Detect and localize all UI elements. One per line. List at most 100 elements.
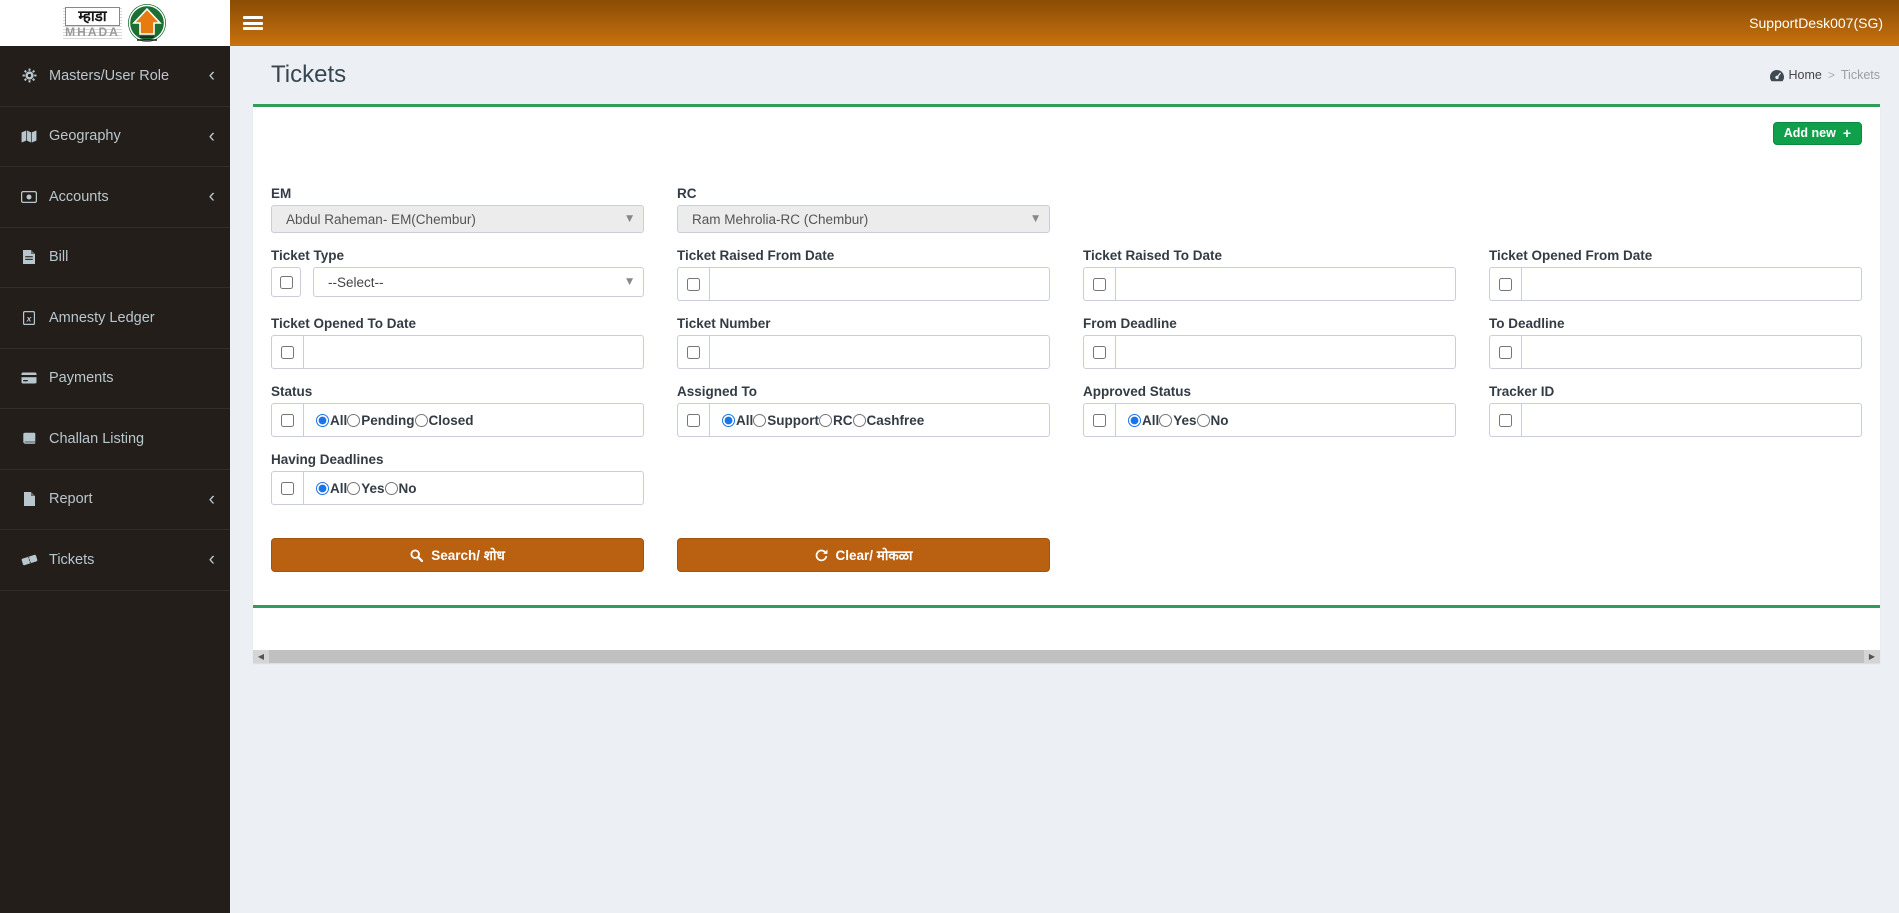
radio-option-label: Support [767, 412, 820, 428]
horizontal-scrollbar[interactable]: ◀ ▶ [253, 650, 1880, 663]
ticket-number-input[interactable] [710, 336, 1049, 368]
sidebar-menu: Masters/User Role ‹ Geography ‹ Accounts ‹ Bil… [0, 46, 230, 591]
clear-button[interactable]: Clear/ मोकळा [677, 538, 1050, 572]
assigned-to-label: Assigned To [677, 384, 758, 399]
status-radio-input-closed[interactable] [414, 413, 428, 427]
assigned-to-radio-cashfree[interactable]: Cashfree [852, 413, 924, 428]
opened-to-enable-checkbox[interactable] [281, 345, 294, 359]
ticket-number-enable-checkbox[interactable] [687, 345, 700, 359]
sidebar-item-bill[interactable]: Bill [0, 228, 230, 288]
sidebar-item-tickets[interactable]: Tickets ‹ [0, 530, 230, 591]
scrollbar-thumb[interactable] [269, 650, 1864, 663]
raised-from-field: Ticket Raised From Date [677, 248, 1050, 301]
plus-icon: + [1842, 125, 1851, 141]
approved-status-radio-yes[interactable]: Yes [1159, 413, 1197, 428]
sidebar-toggle-button[interactable] [243, 16, 263, 30]
rc-label: RC [677, 186, 697, 201]
user-account-label[interactable]: SupportDesk007(SG) [1749, 15, 1883, 31]
radio-option-label: All [330, 412, 348, 428]
file-icon [18, 492, 40, 507]
having-deadlines-label: Having Deadlines [271, 452, 384, 467]
assigned-to-radio-input-rc[interactable] [819, 413, 833, 427]
sidebar-item-label: Accounts [49, 188, 109, 205]
sidebar-item-label: Geography [49, 128, 121, 145]
having-deadlines-radio-all[interactable]: All [316, 481, 347, 496]
sidebar-item-amnesty-ledger[interactable]: x Amnesty Ledger [0, 288, 230, 349]
file-excel-icon: x [18, 310, 40, 325]
ticket-icon [18, 553, 40, 567]
to-deadline-enable-checkbox[interactable] [1499, 345, 1512, 359]
assigned-to-radio-rc[interactable]: RC [819, 413, 853, 428]
assigned-to-radio-input-support[interactable] [753, 413, 767, 427]
opened-to-label: Ticket Opened To Date [271, 316, 417, 331]
radio-option-label: No [398, 480, 417, 496]
approved-status-radio-input-all[interactable] [1128, 413, 1141, 427]
raised-from-enable-checkbox[interactable] [687, 277, 700, 291]
raised-to-date-input[interactable] [1116, 268, 1455, 300]
ticket-type-select[interactable]: --Select-- ▼ [313, 267, 644, 297]
search-button[interactable]: Search/ शोध [271, 538, 644, 572]
status-radio-input-pending[interactable] [347, 413, 361, 427]
search-icon [410, 548, 424, 562]
approved-status-radio-all[interactable]: All [1128, 413, 1159, 428]
sidebar-item-report[interactable]: Report ‹ [0, 470, 230, 530]
from-deadline-enable-checkbox[interactable] [1093, 345, 1106, 359]
add-new-button[interactable]: Add new + [1772, 122, 1862, 145]
sidebar-item-masters-user-role[interactable]: Masters/User Role ‹ [0, 46, 230, 107]
app-root: म्हाडा MHADA Masters/User Role ‹ Geography… [0, 0, 1899, 913]
book-icon [18, 432, 40, 445]
chevron-left-icon: ‹ [208, 549, 215, 571]
ticket-type-enable-checkbox[interactable] [279, 275, 293, 289]
search-button-label: Search/ शोध [431, 548, 505, 563]
having-deadlines-enable-checkbox[interactable] [281, 481, 294, 495]
status-radio-all[interactable]: All [316, 413, 347, 428]
em-select: Abdul Raheman- EM(Chembur) ▼ [271, 205, 644, 233]
status-enable-checkbox[interactable] [281, 413, 294, 427]
chevron-left-icon: ‹ [208, 125, 215, 147]
having-deadlines-radio-no[interactable]: No [384, 480, 417, 496]
breadcrumb-home-link[interactable]: Home [1769, 68, 1822, 82]
radio-option-label: RC [833, 412, 853, 428]
approved-status-radio-input-yes[interactable] [1159, 413, 1173, 427]
assigned-to-enable-checkbox[interactable] [687, 413, 700, 427]
having-deadlines-radio-yes[interactable]: Yes [347, 480, 385, 496]
sidebar-item-geography[interactable]: Geography ‹ [0, 107, 230, 167]
having-deadlines-radio-input-no[interactable] [384, 481, 398, 495]
raised-to-enable-checkbox[interactable] [1093, 277, 1106, 291]
em-field: EM Abdul Raheman- EM(Chembur) ▼ [271, 186, 644, 233]
status-radio-input-all[interactable] [316, 413, 329, 427]
assigned-to-radio-input-cashfree[interactable] [852, 413, 866, 427]
assigned-to-radio-group: All Support RC Cashfree [710, 404, 1049, 436]
from-deadline-input[interactable] [1116, 336, 1455, 368]
status-radio-closed[interactable]: Closed [414, 412, 474, 428]
status-radio-pending[interactable]: Pending [347, 413, 415, 428]
sidebar-item-payments[interactable]: Payments [0, 349, 230, 409]
approved-status-enable-checkbox[interactable] [1093, 413, 1106, 427]
opened-from-enable-checkbox[interactable] [1499, 277, 1512, 291]
rc-select: Ram Mehrolia-RC (Chembur) ▼ [677, 205, 1050, 233]
assigned-to-radio-input-all[interactable] [722, 413, 735, 427]
approved-status-radio-no[interactable]: No [1196, 413, 1229, 428]
having-deadlines-radio-input-all[interactable] [316, 481, 329, 495]
having-deadlines-radio-input-yes[interactable] [347, 481, 361, 495]
tracker-id-enable-checkbox[interactable] [1499, 413, 1512, 427]
opened-from-date-input[interactable] [1522, 268, 1861, 300]
radio-option-label: Yes [361, 480, 385, 496]
assigned-to-radio-all[interactable]: All [722, 413, 753, 428]
sidebar-item-label: Masters/User Role [49, 67, 170, 84]
radio-option-label: All [330, 480, 348, 496]
opened-to-date-input[interactable] [304, 336, 643, 368]
radio-option-label: Closed [428, 412, 474, 428]
assigned-to-radio-support[interactable]: Support [753, 413, 819, 428]
sidebar-item-challan-listing[interactable]: Challan Listing [0, 409, 230, 470]
scroll-right-arrow-icon[interactable]: ▶ [1864, 652, 1880, 661]
tracker-id-input[interactable] [1522, 404, 1861, 436]
raised-from-date-input[interactable] [710, 268, 1049, 300]
approved-status-radio-input-no[interactable] [1196, 413, 1210, 427]
sidebar-item-accounts[interactable]: Accounts ‹ [0, 167, 230, 228]
to-deadline-input[interactable] [1522, 336, 1861, 368]
rc-select-value: Ram Mehrolia-RC (Chembur) [692, 211, 869, 227]
opened-to-field: Ticket Opened To Date [271, 316, 644, 369]
top-navbar: SupportDesk007(SG) [230, 0, 1899, 46]
scroll-left-arrow-icon[interactable]: ◀ [253, 652, 269, 661]
